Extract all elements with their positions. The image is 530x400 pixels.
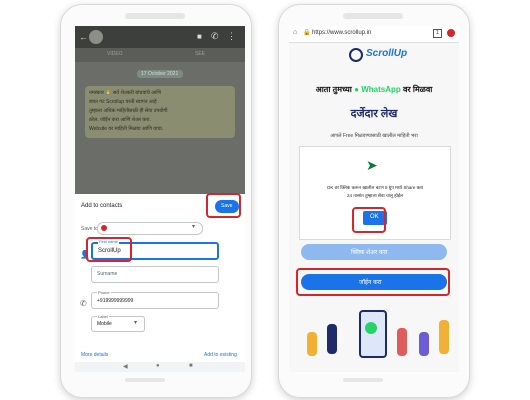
- message-line: ठरेल. जॉईन करा आणि शेअर करा.: [89, 117, 151, 123]
- whatsapp-illustration-icon: [365, 322, 377, 334]
- right-phone-speaker: [343, 13, 403, 19]
- message-line: तुम्हाला अधिक माहितीसाठी ही सेवा उपयोगी: [89, 108, 168, 114]
- chat-header: ← ■ ✆ ⋮: [75, 26, 245, 48]
- back-nav-icon[interactable]: ◀: [123, 363, 128, 370]
- more-details-link[interactable]: More details: [81, 352, 108, 358]
- first-name-highlight: [86, 237, 132, 262]
- chevron-down-icon: ▾: [134, 320, 138, 326]
- menu-icon[interactable]: ⋮: [227, 31, 236, 42]
- back-arrow-icon[interactable]: ←: [79, 32, 88, 42]
- tab-count[interactable]: 1: [433, 29, 442, 38]
- ok-highlight: [352, 207, 386, 233]
- save-button-label: Save: [221, 203, 233, 209]
- save-to-label: Save to: [81, 226, 98, 232]
- share-button-label: क्लिक शेअर करा: [351, 250, 388, 256]
- headline: आता तुमच्या ● WhatsApp वर मिळवा: [289, 84, 459, 95]
- account-select[interactable]: ▾: [97, 222, 203, 235]
- illustration: [289, 302, 459, 372]
- call-icon[interactable]: ✆: [211, 31, 219, 42]
- right-phone-screen: ⌂ 🔒 https://www.scrollup.in 1 ScrollUp आ…: [289, 26, 459, 372]
- phone-label: Phone: [97, 290, 111, 295]
- phone-value: +919999999999: [97, 298, 134, 304]
- join-highlight: [296, 268, 450, 296]
- date-chip-text: 17 October 2021: [141, 71, 179, 77]
- avatar[interactable]: [89, 30, 103, 44]
- browser-bar: ⌂ 🔒 https://www.scrollup.in 1: [289, 26, 459, 43]
- phone-field[interactable]: Phone +919999999999: [91, 290, 219, 309]
- surname-field[interactable]: Surname: [91, 266, 219, 283]
- message-line: Website वर माहिती मिळवा आणि वाचा.: [89, 126, 164, 132]
- person-figure: [307, 332, 317, 356]
- chevron-down-icon: ▾: [192, 224, 196, 230]
- label-select[interactable]: Label Mobile ▾: [91, 314, 145, 332]
- home-nav-icon[interactable]: ●: [156, 363, 160, 369]
- label-field-label: Label: [97, 314, 109, 319]
- lock-icon: 🔒: [303, 30, 311, 36]
- send-icon: ➤: [366, 157, 378, 173]
- add-to-existing-link[interactable]: Add to existing: [204, 352, 237, 358]
- video-call-icon[interactable]: ■: [197, 32, 202, 41]
- person-figure: [397, 328, 407, 356]
- recents-nav-icon[interactable]: ■: [189, 363, 193, 369]
- account-avatar: [101, 225, 107, 231]
- right-phone-home-indicator: [343, 378, 383, 382]
- tab-right[interactable]: SEE: [195, 51, 205, 57]
- subheadline: दर्जेदार लेख: [350, 108, 398, 120]
- save-button[interactable]: Save: [215, 200, 239, 213]
- tagline: आपले Free मिळवण्यासाठी खालील माहिती भरा: [330, 133, 418, 139]
- dialog-line1: OK वर क्लिक करून खालील बटण 5 ग्रुप मध्ये…: [326, 185, 424, 190]
- home-icon[interactable]: ⌂: [293, 29, 297, 36]
- tab-left[interactable]: VIDEO: [107, 51, 123, 57]
- dialog-line2: 24 तासांत तुम्हाला सेवा चालू होईल: [346, 193, 404, 198]
- phone-illustration: [359, 310, 387, 358]
- date-chip: 17 October 2021: [137, 70, 183, 78]
- message-line: बचत गट Scrollup वरती स्वागत आहे: [89, 99, 157, 105]
- message-line: नमस्कार 🙏 सर्व शेतकरी बांधवांचे आणि: [89, 90, 162, 96]
- phone-icon: ✆: [80, 299, 87, 308]
- headline-part1: आता तुमच्या: [315, 85, 352, 94]
- nav-bar: ◀ ● ■: [75, 362, 245, 372]
- sheet-title-text: Add to contacts: [81, 203, 123, 209]
- person-figure: [327, 324, 337, 354]
- chat-message-bubble: नमस्कार 🙏 सर्व शेतकरी बांधवांचे आणि बचत …: [85, 86, 235, 138]
- brand-name: ScrollUp: [366, 48, 408, 59]
- person-figure: [439, 320, 449, 354]
- browser-menu-icon[interactable]: [447, 29, 455, 37]
- url-text[interactable]: https://www.scrollup.in: [312, 30, 371, 36]
- headline-part2: वर मिळवा: [402, 85, 433, 94]
- share-button[interactable]: क्लिक शेअर करा: [301, 244, 447, 260]
- whatsapp-icon: ●: [354, 85, 359, 94]
- surname-placeholder: Surname: [97, 271, 118, 277]
- chat-tabs: VIDEO SEE: [75, 48, 245, 62]
- left-phone-home-indicator: [125, 378, 165, 382]
- label-value: Mobile: [97, 321, 112, 327]
- person-figure: [419, 332, 429, 356]
- left-phone-speaker: [125, 13, 185, 19]
- logo-icon: [349, 48, 363, 62]
- headline-whatsapp: WhatsApp: [361, 85, 401, 94]
